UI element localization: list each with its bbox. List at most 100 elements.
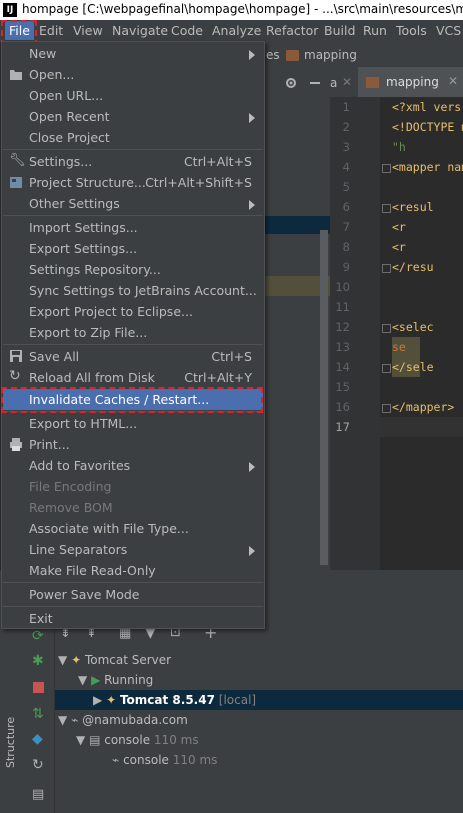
refresh-icon[interactable]: ⟳: [32, 628, 44, 644]
code-line: <resul: [392, 200, 434, 214]
tree-row-tomcat-server[interactable]: ▼ ✦ Tomcat Server: [58, 653, 171, 667]
stop-icon[interactable]: [33, 682, 44, 693]
menu-item-other-settings[interactable]: Other Settings: [3, 193, 263, 214]
menu-item-reload-all[interactable]: ↻ Reload All from Disk Ctrl+Alt+Y: [3, 367, 263, 388]
code-line: </resu: [392, 260, 434, 274]
layout-icon[interactable]: ▤: [32, 787, 44, 802]
code-line: <r: [392, 220, 406, 234]
menu-item-shortcut: Ctrl+Alt+S: [183, 154, 252, 169]
menu-edit[interactable]: Edit: [39, 23, 63, 38]
menu-item-open-url[interactable]: Open URL...: [3, 85, 263, 106]
tomcat-icon: ✦: [71, 653, 82, 667]
menu-vcs[interactable]: VCS: [436, 23, 461, 38]
menu-item-associate-file-type[interactable]: Associate with File Type...: [3, 518, 263, 539]
menu-item-open-recent[interactable]: Open Recent: [3, 106, 263, 127]
fold-icon[interactable]: [382, 204, 391, 213]
menu-item-label: Open...: [29, 67, 75, 82]
fold-icon[interactable]: [382, 404, 391, 413]
fold-icon[interactable]: [382, 324, 391, 333]
fold-icon[interactable]: [382, 264, 391, 273]
menu-item-export-zip[interactable]: Export to Zip File...: [3, 322, 263, 343]
menu-item-settings-repository[interactable]: Settings Repository...: [3, 259, 263, 280]
menu-item-label: Export to Zip File...: [29, 325, 148, 340]
menu-navigate[interactable]: Navigate: [112, 23, 168, 38]
menu-run[interactable]: Run: [363, 23, 387, 38]
tree-row-tomcat-instance[interactable]: ▶ ✦ Tomcat 8.5.47 [local]: [93, 693, 256, 707]
menu-item-project-structure[interactable]: Project Structure... Ctrl+Alt+Shift+S: [3, 172, 263, 193]
navigation-bar: es mapping: [262, 42, 463, 67]
submenu-arrow-icon: [249, 546, 255, 556]
menu-item-new[interactable]: New: [3, 43, 263, 64]
menu-analyze[interactable]: Analyze: [212, 23, 261, 38]
tree-row-console[interactable]: ▼ ▤ console 110 ms: [76, 733, 199, 747]
menu-item-shortcut: Ctrl+Alt+Y: [184, 370, 252, 385]
menu-item-label: Make File Read-Only: [29, 563, 156, 578]
line-number: 16: [335, 400, 350, 414]
menu-item-close-project[interactable]: Close Project: [3, 127, 263, 148]
menu-item-shortcut: Ctrl+S: [211, 349, 252, 364]
menu-item-import-settings[interactable]: Import Settings...: [3, 217, 263, 238]
artifact-icon[interactable]: ◆: [32, 731, 43, 747]
tab-left[interactable]: a: [330, 76, 337, 90]
breadcrumb-part[interactable]: es: [266, 48, 280, 62]
gear-icon[interactable]: [284, 76, 298, 90]
menu-item-label: Close Project: [29, 130, 110, 145]
fold-icon[interactable]: [382, 364, 391, 373]
tree-row-running[interactable]: ▼ ▶ Running: [78, 673, 153, 687]
structure-side-tab[interactable]: Structure: [4, 717, 17, 768]
menu-item-export-html[interactable]: Export to HTML...: [3, 413, 263, 434]
database-icon: ⌁: [112, 753, 120, 767]
expand-arrow-icon[interactable]: ▼: [76, 733, 85, 747]
menu-item-label: File Encoding: [29, 479, 112, 494]
menu-item-power-save[interactable]: Power Save Mode: [3, 584, 263, 605]
breadcrumb-file[interactable]: mapping: [304, 48, 357, 62]
console-child-label: console: [123, 753, 169, 767]
menu-item-save-all[interactable]: Save All Ctrl+S: [3, 346, 263, 367]
tab-mapping[interactable]: mapping ✕: [358, 67, 463, 100]
close-tab-icon[interactable]: ✕: [448, 74, 458, 88]
menu-item-export-settings[interactable]: Export Settings...: [3, 238, 263, 259]
expand-arrow-icon[interactable]: ▼: [78, 673, 87, 687]
tree-row-console-child[interactable]: ⌁ console 110 ms: [112, 753, 217, 767]
menu-item-line-separators[interactable]: Line Separators: [3, 539, 263, 560]
menu-item-label: Line Separators: [29, 542, 128, 557]
menu-separator: [3, 411, 263, 412]
menu-item-make-read-only[interactable]: Make File Read-Only: [3, 560, 263, 581]
menu-item-add-favorites[interactable]: Add to Favorites: [3, 455, 263, 476]
minimize-icon[interactable]: [310, 82, 320, 84]
expand-arrow-icon[interactable]: ▼: [58, 713, 67, 727]
menu-refactor[interactable]: Refactor: [266, 23, 318, 38]
menu-item-label: Remove BOM: [29, 500, 113, 515]
reload-icon: ↻: [9, 368, 21, 384]
menu-file[interactable]: File: [5, 21, 34, 40]
submenu-arrow-icon: [249, 200, 255, 210]
menu-build[interactable]: Build: [324, 23, 355, 38]
project-scrollbar[interactable]: [320, 230, 328, 565]
menu-item-open[interactable]: Open...: [3, 64, 263, 85]
xml-file-icon: [286, 50, 299, 61]
menu-item-sync-settings[interactable]: Sync Settings to JetBrains Account...: [3, 280, 263, 301]
reload-icon[interactable]: ↻: [32, 757, 44, 773]
menu-item-settings[interactable]: 🔧︎ Settings... Ctrl+Alt+S: [3, 151, 263, 172]
current-line-highlight: [380, 417, 463, 437]
menu-view[interactable]: View: [73, 23, 103, 38]
code-line: <selec: [392, 320, 434, 334]
menu-item-label: Other Settings: [29, 196, 120, 211]
menu-item-export-eclipse[interactable]: Export Project to Eclipse...: [3, 301, 263, 322]
fold-icon[interactable]: [382, 164, 391, 173]
debug-icon[interactable]: ✱: [32, 653, 44, 669]
console-label: console: [104, 733, 151, 747]
menu-item-print[interactable]: Print...: [3, 434, 263, 455]
menu-tools[interactable]: Tools: [396, 23, 427, 38]
tree-row-db[interactable]: ▼ ⌁ @namubada.com: [58, 713, 188, 727]
collapse-arrow-icon[interactable]: ▶: [93, 693, 102, 707]
menu-item-invalidate-caches[interactable]: Invalidate Caches / Restart...: [3, 389, 263, 410]
close-tab-icon[interactable]: ✕: [342, 75, 352, 89]
title-bar: IJ hompage [C:\webpagefinal\hompage\homp…: [0, 0, 463, 20]
deploy-icon[interactable]: ⇅: [32, 706, 44, 722]
line-number: 4: [342, 160, 350, 174]
menu-code[interactable]: Code: [171, 23, 203, 38]
expand-arrow-icon[interactable]: ▼: [58, 653, 67, 667]
menu-item-exit[interactable]: Exit: [3, 608, 263, 629]
xml-file-icon: [366, 77, 379, 88]
